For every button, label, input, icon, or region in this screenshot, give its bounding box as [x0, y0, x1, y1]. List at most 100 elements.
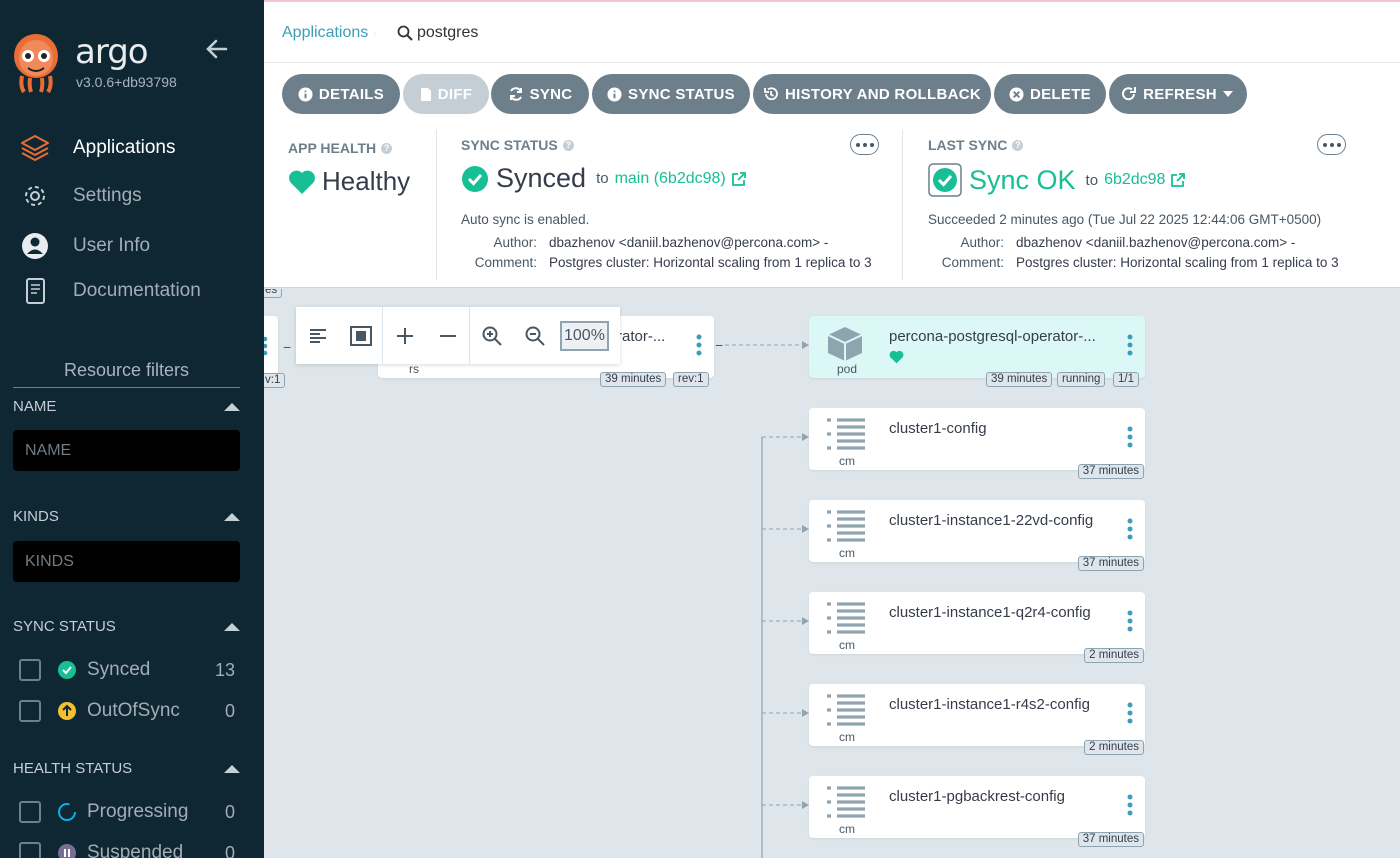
- nav-settings[interactable]: Settings: [0, 176, 264, 216]
- argo-logo: [14, 34, 58, 94]
- node-menu-icon[interactable]: [264, 336, 268, 356]
- node-menu-icon[interactable]: [696, 334, 702, 356]
- revision-link[interactable]: main (6b2dc98): [615, 170, 726, 188]
- node-menu-icon[interactable]: [1127, 702, 1133, 724]
- filter-suspended[interactable]: Suspended 0: [19, 840, 235, 858]
- divider: [902, 130, 903, 280]
- diff-button[interactable]: DIFF: [403, 74, 489, 114]
- sync-status-filter-header[interactable]: SYNC STATUS: [13, 618, 240, 635]
- label-text: SYNC STATUS: [461, 137, 558, 153]
- nav-user-info[interactable]: User Info: [0, 226, 264, 266]
- help-icon[interactable]: ?: [381, 142, 393, 154]
- refresh-icon: [1122, 87, 1137, 101]
- collapse-button[interactable]: [426, 307, 469, 364]
- node-menu-icon[interactable]: [1127, 794, 1133, 816]
- checkbox[interactable]: [19, 801, 41, 823]
- last-sync-more-button[interactable]: [1317, 134, 1346, 155]
- sync-status-more-button[interactable]: [850, 134, 879, 155]
- filter-count: 0: [224, 700, 235, 721]
- comment-value: Postgres cluster: Horizontal scaling fro…: [549, 255, 872, 270]
- age-tag: 2 minutes: [1084, 648, 1144, 663]
- node-name: cluster1-instance1-22vd-config: [889, 512, 1094, 529]
- list-icon: [827, 694, 865, 726]
- search-icon: [397, 25, 413, 41]
- top-bar: Applications postgres: [264, 0, 1400, 63]
- nav-documentation[interactable]: Documentation: [0, 271, 264, 311]
- comment-label: Comment:: [941, 255, 1004, 270]
- configmap-node[interactable]: cluster1-pgbackrest-config cm: [809, 776, 1145, 838]
- collapse-icon: [224, 764, 240, 773]
- breadcrumb-applications[interactable]: Applications: [282, 24, 368, 42]
- configmap-node[interactable]: cluster1-instance1-22vd-config cm: [809, 500, 1145, 562]
- filter-outofsync[interactable]: OutOfSync 0: [19, 698, 235, 724]
- node-name: percona-postgresql-operator-...: [889, 328, 1096, 345]
- filter-progressing[interactable]: Progressing 0: [19, 799, 235, 825]
- sync-icon: [509, 87, 522, 101]
- pause-circle-icon: [58, 844, 76, 858]
- arrow-left-icon[interactable]: [204, 36, 230, 62]
- name-filter-input[interactable]: [13, 430, 240, 471]
- heart-icon: [889, 350, 904, 364]
- refresh-button[interactable]: REFRESH: [1109, 74, 1247, 114]
- configmap-node[interactable]: cluster1-instance1-r4s2-config cm: [809, 684, 1145, 746]
- name-filter-header[interactable]: NAME: [13, 398, 240, 415]
- zoom-out-button[interactable]: [513, 307, 556, 364]
- pod-node[interactable]: percona-postgresql-operator-... pod: [809, 316, 1145, 378]
- configmap-node[interactable]: cluster1-config cm: [809, 408, 1145, 470]
- external-link-icon[interactable]: [731, 171, 747, 187]
- list-icon: [827, 418, 865, 450]
- node-kind: cm: [839, 730, 855, 744]
- button-label: SYNC: [529, 85, 573, 103]
- node-menu-icon[interactable]: [1127, 426, 1133, 448]
- kinds-filter-header[interactable]: KINDS: [13, 508, 240, 525]
- zoom-level[interactable]: 100%: [560, 320, 609, 351]
- health-status-filter-header[interactable]: HEALTH STATUS: [13, 760, 240, 777]
- external-link-icon[interactable]: [1170, 172, 1186, 188]
- sync-status-button[interactable]: SYNC STATUS: [592, 74, 750, 114]
- align-left-button[interactable]: [296, 307, 339, 364]
- nav-label: Documentation: [73, 280, 201, 301]
- sync-status-value: Synced to main (6b2dc98): [461, 163, 747, 194]
- graph-toolbar: 100%: [296, 307, 620, 364]
- node-name: cluster1-instance1-r4s2-config: [889, 696, 1090, 713]
- node-name: cluster1-pgbackrest-config: [889, 788, 1065, 805]
- filter-label: NAME: [13, 398, 57, 415]
- checkbox[interactable]: [19, 842, 41, 858]
- filter-label: KINDS: [13, 508, 59, 525]
- app-version: v3.0.6+db93798: [76, 74, 177, 90]
- author-label: Author:: [960, 235, 1004, 250]
- delete-button[interactable]: DELETE: [994, 74, 1106, 114]
- filter-synced[interactable]: Synced 13: [19, 657, 235, 683]
- kinds-filter-input[interactable]: [13, 541, 240, 582]
- button-label: REFRESH: [1143, 85, 1217, 103]
- node-menu-icon[interactable]: [1127, 334, 1133, 356]
- age-tag: 39 minutes: [986, 372, 1053, 387]
- nav-applications[interactable]: Applications: [0, 128, 264, 168]
- history-rollback-button[interactable]: HISTORY AND ROLLBACK: [753, 74, 991, 114]
- help-icon[interactable]: ?: [1012, 139, 1024, 151]
- help-icon[interactable]: ?: [562, 139, 574, 151]
- node-menu-icon[interactable]: [1127, 610, 1133, 632]
- collapse-toggle[interactable]: −: [715, 337, 723, 353]
- sync-button[interactable]: SYNC: [491, 74, 589, 114]
- author-value: dbazhenov <daniil.bazhenov@percona.com> …: [1016, 235, 1296, 250]
- partial-tag: es: [264, 289, 283, 298]
- details-button[interactable]: DETAILS: [282, 74, 400, 114]
- button-label: SYNC STATUS: [628, 85, 735, 103]
- checkbox[interactable]: [19, 700, 41, 722]
- expand-button[interactable]: [383, 307, 426, 364]
- revision-link[interactable]: 6b2dc98: [1104, 171, 1165, 189]
- node-menu-icon[interactable]: [1127, 518, 1133, 540]
- breadcrumb-search[interactable]: postgres: [397, 24, 478, 42]
- list-icon: [827, 602, 865, 634]
- close-circle-icon: [1009, 86, 1024, 102]
- collapse-icon: [224, 622, 240, 631]
- zoom-in-button[interactable]: [470, 307, 513, 364]
- resource-tree[interactable]: es v:1 − rator-... rs 39 minutes rev:1 −…: [264, 289, 1400, 858]
- fit-screen-button[interactable]: [339, 307, 382, 364]
- checkbox[interactable]: [19, 659, 41, 681]
- arrow-up-circle-icon: [58, 702, 76, 720]
- configmap-node[interactable]: cluster1-instance1-q2r4-config cm: [809, 592, 1145, 654]
- fit-screen-icon: [349, 325, 372, 346]
- collapse-toggle[interactable]: −: [283, 339, 291, 355]
